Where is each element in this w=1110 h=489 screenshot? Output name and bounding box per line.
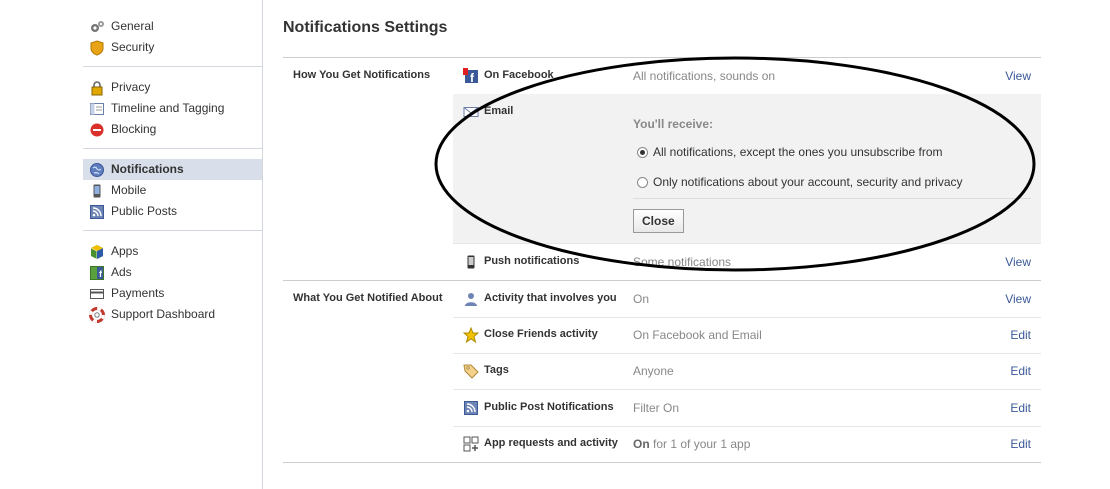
edit-link[interactable]: Edit — [1010, 328, 1031, 342]
view-link[interactable]: View — [1005, 255, 1031, 269]
sidebar-item-label: Payments — [111, 286, 165, 300]
sidebar-group-apps: Apps f Ads Payments Support Dashboard — [83, 239, 262, 333]
row-name: Email — [484, 105, 514, 117]
ads-icon: f — [89, 265, 105, 281]
receive-label: You'll receive: — [633, 117, 713, 131]
row-value: On for 1 of your 1 app — [633, 437, 750, 451]
shield-icon — [89, 39, 105, 56]
row-app-requests: App requests and activity On for 1 of yo… — [453, 426, 1041, 462]
sidebar-item-apps[interactable]: Apps — [83, 241, 262, 262]
row-close-friends: Close Friends activity On Facebook and E… — [453, 317, 1041, 354]
sidebar-item-label: Notifications — [111, 162, 184, 176]
sidebar-item-label: Public Posts — [111, 204, 178, 218]
blocking-icon — [89, 122, 105, 138]
envelope-icon — [463, 104, 479, 123]
star-icon — [463, 327, 479, 343]
radio-button[interactable] — [637, 176, 648, 188]
row-push-notifications: Push notifications Some notifications Vi… — [453, 244, 1041, 281]
divider — [283, 462, 1041, 463]
sidebar-group-notifications: Notifications Mobile Public Posts — [83, 157, 262, 231]
settings-sidebar: General Security Privacy Timeline and Ta… — [83, 14, 262, 341]
timeline-icon — [89, 101, 105, 117]
view-link[interactable]: View — [1005, 69, 1031, 83]
edit-link[interactable]: Edit — [1010, 401, 1031, 415]
radio-label: Only notifications about your account, s… — [653, 175, 963, 189]
email-option-all[interactable]: All notifications, except the ones you u… — [637, 145, 943, 159]
row-value: All notifications, sounds on — [633, 69, 776, 83]
email-option-account-only[interactable]: Only notifications about your account, s… — [637, 175, 963, 189]
sidebar-group-account: General Security — [83, 14, 262, 67]
sidebar-item-general[interactable]: General — [83, 16, 262, 37]
sidebar-item-label: General — [111, 19, 154, 33]
apps-cube-icon — [89, 244, 105, 260]
page-title: Notifications Settings — [283, 19, 448, 36]
close-button[interactable]: Close — [633, 209, 684, 233]
row-name: Close Friends activity — [484, 328, 598, 340]
lock-icon — [89, 80, 105, 96]
sidebar-item-mobile[interactable]: Mobile — [83, 180, 262, 201]
row-public-post: Public Post Notifications Filter On Edit — [453, 390, 1041, 427]
edit-link[interactable]: Edit — [1010, 437, 1031, 451]
row-tags: Tags Anyone Edit — [453, 353, 1041, 390]
sidebar-item-public-posts[interactable]: Public Posts — [83, 201, 262, 222]
radio-button-selected[interactable] — [637, 146, 648, 158]
row-value: On Facebook and Email — [633, 328, 762, 342]
edit-link[interactable]: Edit — [1010, 364, 1031, 378]
gear-icon — [89, 19, 105, 35]
row-name: Public Post Notifications — [484, 401, 614, 413]
row-name: Push notifications — [484, 255, 580, 267]
section-label-how: How You Get Notifications — [293, 69, 431, 81]
row-value: Some notifications — [633, 255, 732, 269]
sidebar-item-label: Mobile — [111, 183, 147, 197]
row-value: Filter On — [633, 401, 680, 415]
row-activity: Activity that involves you On View — [453, 281, 1041, 318]
sidebar-divider — [262, 0, 263, 489]
sidebar-item-privacy[interactable]: Privacy — [83, 77, 262, 98]
row-name: Activity that involves you — [484, 292, 617, 304]
lifebuoy-icon — [89, 306, 105, 323]
sidebar-item-security[interactable]: Security — [83, 37, 262, 58]
sidebar-item-payments[interactable]: Payments — [83, 283, 262, 304]
row-value: On — [633, 292, 650, 306]
sidebar-item-label: Timeline and Tagging — [111, 101, 225, 115]
row-on-facebook: f On Facebook All notifications, sounds … — [453, 58, 1041, 95]
sidebar-group-privacy: Privacy Timeline and Tagging Blocking — [83, 75, 262, 149]
email-settings-panel: Email You'll receive: All notifications,… — [453, 94, 1041, 244]
sidebar-item-label: Security — [111, 40, 155, 54]
view-link[interactable]: View — [1005, 292, 1031, 306]
row-value: Anyone — [633, 364, 674, 378]
section-label-what: What You Get Notified About — [293, 292, 443, 304]
value-strong: On — [633, 437, 650, 451]
radio-label: All notifications, except the ones you u… — [653, 145, 943, 159]
sidebar-item-label: Ads — [111, 265, 132, 279]
divider — [633, 198, 1031, 199]
row-name: On Facebook — [484, 69, 554, 81]
tag-icon — [463, 363, 479, 379]
facebook-notification-icon: f — [463, 68, 479, 84]
sidebar-item-timeline[interactable]: Timeline and Tagging — [83, 98, 262, 119]
credit-card-icon — [89, 286, 105, 302]
sidebar-item-label: Support Dashboard — [111, 307, 216, 321]
rss-icon — [463, 400, 479, 416]
person-icon — [463, 291, 479, 307]
row-name: App requests and activity — [484, 437, 618, 449]
sidebar-item-notifications[interactable]: Notifications — [83, 159, 262, 180]
sidebar-item-label: Blocking — [111, 122, 157, 136]
globe-icon — [89, 162, 105, 178]
value-rest: for 1 of your 1 app — [649, 437, 751, 451]
mobile-icon — [89, 183, 105, 199]
sidebar-item-support-dashboard[interactable]: Support Dashboard — [83, 304, 262, 325]
row-name: Tags — [484, 364, 509, 376]
sidebar-item-label: Privacy — [111, 80, 151, 94]
app-grid-icon — [463, 436, 479, 452]
rss-icon — [89, 204, 105, 220]
sidebar-item-blocking[interactable]: Blocking — [83, 119, 262, 140]
phone-icon — [463, 254, 479, 270]
sidebar-item-ads[interactable]: f Ads — [83, 262, 262, 283]
sidebar-item-label: Apps — [111, 244, 139, 258]
